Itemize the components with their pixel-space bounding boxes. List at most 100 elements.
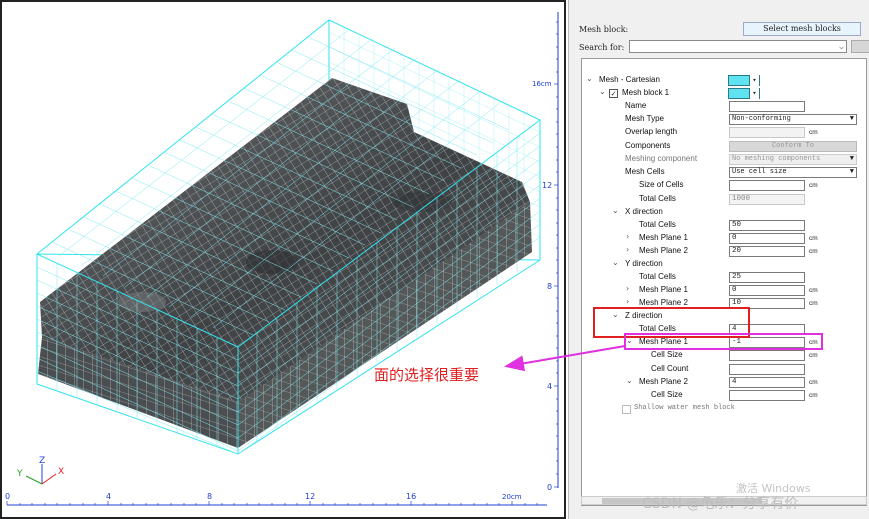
unit-label: cm [809, 392, 818, 399]
search-input[interactable]: ⌵ [629, 40, 847, 53]
mesh-color-picker[interactable]: ▾ [728, 75, 760, 86]
y-total-cells-input[interactable]: 25 [729, 272, 805, 283]
3d-viewport[interactable]: 16cm 12 8 4 0 0 4 8 12 16 20cm Z X Y [0, 0, 566, 519]
chevron-down-icon[interactable]: ⌄ [612, 258, 619, 267]
tree-row-x-mesh-plane-1[interactable]: › Mesh Plane 1 0 cm [582, 232, 866, 245]
tree-row-shallow-water[interactable]: Shallow water mesh block [582, 403, 866, 416]
chevron-down-icon[interactable]: ⌄ [599, 87, 606, 96]
select-mesh-blocks-button[interactable]: Select mesh blocks [743, 22, 861, 36]
unit-label: cm [809, 235, 818, 242]
tree-row-mesh-block-1[interactable]: ⌄ ✓ Mesh block 1 ▾ [582, 87, 866, 100]
meshing-component-label: Meshing component [625, 154, 698, 163]
tree-row-z-plane1-cell-count: Cell Count [582, 363, 866, 376]
tree-row-z-plane2-cell-size: Cell Size cm [582, 389, 866, 402]
mesh-cartesian-label: Mesh - Cartesian [599, 75, 660, 84]
chevron-down-icon[interactable]: ⌄ [626, 376, 633, 385]
tree-row-z-plane1-cell-size: Cell Size cm [582, 349, 866, 362]
right-ruler-label: 4 [547, 382, 552, 391]
z-plane2-cell-size-input[interactable] [729, 390, 805, 401]
y-axis-label: Y [16, 469, 23, 479]
tree-row-y-mesh-plane-1[interactable]: › Mesh Plane 1 0 cm [582, 284, 866, 297]
mesh-cells-value: Use cell size [732, 168, 787, 176]
overlap-length-input[interactable] [729, 127, 805, 138]
chevron-right-icon[interactable]: › [626, 297, 629, 306]
x-plane2-input[interactable]: 20 [729, 246, 805, 257]
chevron-right-icon[interactable]: › [626, 284, 629, 293]
tree-row-x-total-cells: Total Cells 50 [582, 219, 866, 232]
z-axis-label: Z [39, 456, 45, 466]
mesh-cells-select[interactable]: Use cell size ▼ [729, 167, 857, 178]
bottom-ruler-label: 20cm [502, 493, 522, 501]
tree-row-mesh-cartesian[interactable]: ⌄ Mesh - Cartesian ▾ [582, 74, 866, 87]
unit-label: cm [809, 248, 818, 255]
chevron-right-icon[interactable]: › [626, 232, 629, 241]
x-plane1-input[interactable]: 0 [729, 233, 805, 244]
meshing-component-value: No meshing components [732, 155, 821, 163]
chevron-down-icon[interactable]: ▾ [749, 88, 759, 99]
viewport-canvas[interactable]: 16cm 12 8 4 0 0 4 8 12 16 20cm Z X Y [2, 2, 568, 519]
bottom-ruler-label: 16 [406, 492, 416, 501]
chevron-down-icon[interactable]: ▼ [850, 168, 854, 177]
tree-row-components: Components Conform To [582, 140, 866, 153]
unit-label: cm [809, 352, 818, 359]
total-cells-input[interactable]: 1000 [729, 194, 805, 205]
shallow-water-checkbox[interactable] [622, 405, 631, 414]
mesh-type-value: Non-conforming [732, 115, 791, 123]
y-plane1-input[interactable]: 0 [729, 285, 805, 296]
chevron-down-icon[interactable]: ▼ [850, 115, 854, 124]
bottom-ruler-label: 12 [305, 492, 315, 501]
z-plane1-cell-count-label: Cell Count [651, 364, 689, 373]
right-ruler-label: 0 [547, 483, 552, 492]
z-plane1-cell-count-input[interactable] [729, 364, 805, 375]
mesh-plane-1-highlight-box [624, 333, 823, 350]
tree-row-z-mesh-plane-2[interactable]: ⌄ Mesh Plane 2 4 cm [582, 376, 866, 389]
mesh-block-1-label: Mesh block 1 [622, 88, 670, 97]
y-plane2-label: Mesh Plane 2 [639, 298, 688, 307]
tree-row-total-cells: Total Cells 1000 [582, 193, 866, 206]
conform-to-button[interactable]: Conform To [729, 141, 857, 152]
right-ruler-label: 16cm [532, 80, 552, 88]
tree-row-name: Name [582, 100, 866, 113]
chevron-down-icon[interactable]: ▾ [749, 75, 759, 86]
unit-label: cm [809, 287, 818, 294]
components-label: Components [625, 141, 671, 150]
z-plane2-label: Mesh Plane 2 [639, 377, 688, 386]
property-tree: ⌄ Mesh - Cartesian ▾ ⌄ ✓ Mesh block 1 ▾ … [581, 58, 867, 506]
unit-label: cm [809, 300, 818, 307]
chevron-down-icon[interactable]: ⌄ [586, 74, 593, 83]
tree-row-size-of-cells: Size of Cells cm [582, 179, 866, 192]
name-input[interactable] [729, 101, 805, 112]
mesh-block-label: Mesh block: [579, 25, 629, 34]
mesh-type-select[interactable]: Non-conforming ▼ [729, 114, 857, 125]
x-plane1-label: Mesh Plane 1 [639, 233, 688, 242]
right-ruler-label: 12 [542, 181, 552, 190]
tree-row-mesh-cells: Mesh Cells Use cell size ▼ [582, 166, 866, 179]
z-plane1-cell-size-label: Cell Size [651, 350, 683, 359]
z-plane2-input[interactable]: 4 [729, 377, 805, 388]
total-cells-label: Total Cells [639, 194, 676, 203]
search-extra-button[interactable] [851, 40, 869, 53]
chevron-down-icon[interactable]: ⌄ [612, 206, 619, 215]
shallow-water-label: Shallow water mesh block [634, 404, 735, 412]
mesh-block-checkbox[interactable]: ✓ [609, 89, 618, 98]
x-total-cells-input[interactable]: 50 [729, 220, 805, 231]
axis-triad: Z X Y [16, 456, 64, 485]
z-plane2-cell-size-label: Cell Size [651, 390, 683, 399]
tree-row-meshing-component: Meshing component No meshing components ▼ [582, 153, 866, 166]
chevron-right-icon[interactable]: › [626, 245, 629, 254]
x-plane2-label: Mesh Plane 2 [639, 246, 688, 255]
meshing-component-select[interactable]: No meshing components ▼ [729, 154, 857, 165]
x-total-cells-label: Total Cells [639, 220, 676, 229]
overlap-length-label: Overlap length [625, 127, 678, 136]
annotation-text: 面的选择很重要 [374, 366, 480, 384]
tree-row-x-mesh-plane-2[interactable]: › Mesh Plane 2 20 cm [582, 245, 866, 258]
tree-row-x-direction[interactable]: ⌄ X direction [582, 206, 866, 219]
tree-row-y-total-cells: Total Cells 25 [582, 271, 866, 284]
chevron-down-icon[interactable]: ⌵ [839, 42, 844, 51]
size-of-cells-input[interactable] [729, 180, 805, 191]
y-direction-label: Y direction [625, 259, 663, 268]
tree-row-y-direction[interactable]: ⌄ Y direction [582, 258, 866, 271]
chevron-down-icon[interactable]: ▼ [850, 155, 854, 164]
block-color-picker[interactable]: ▾ [728, 88, 760, 99]
z-plane1-cell-size-input[interactable] [729, 350, 805, 361]
